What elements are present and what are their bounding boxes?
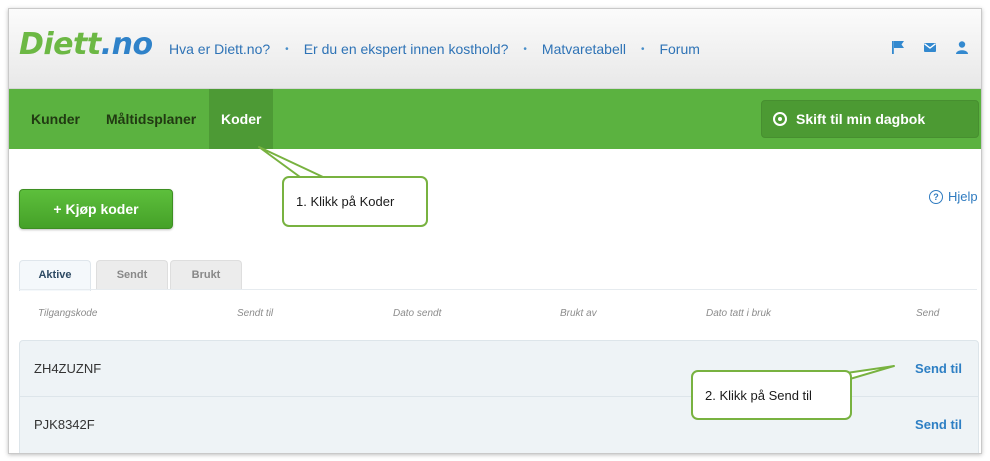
callout-pointer-koder xyxy=(258,146,324,178)
callout-text: 1. Klikk på Koder xyxy=(296,194,395,209)
callout-click-send-til: 2. Klikk på Send til xyxy=(691,370,852,420)
callout-click-koder: 1. Klikk på Koder xyxy=(282,176,428,227)
callout-text: 2. Klikk på Send til xyxy=(705,387,812,403)
